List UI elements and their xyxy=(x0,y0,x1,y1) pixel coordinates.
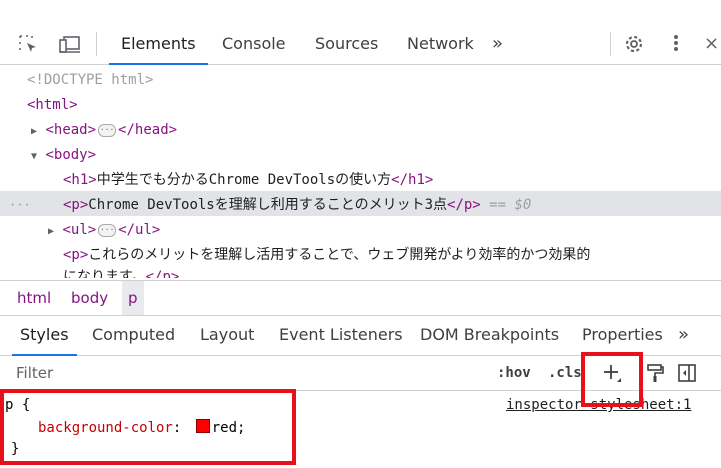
row-dots-icon[interactable]: ··· xyxy=(9,193,31,217)
tab-elements[interactable]: Elements xyxy=(109,24,208,65)
highlight-box-add-rule xyxy=(581,352,643,407)
tab-event-listeners[interactable]: Event Listeners xyxy=(279,315,403,355)
p2-text: これらのメリットを理解し活用することで、ウェブ開発がより効率的かつ効果的 xyxy=(88,247,591,263)
head-open-tag: <head> xyxy=(45,122,97,138)
body-node[interactable]: ▼ <body> xyxy=(31,143,96,167)
p-text: Chrome DevToolsを理解し利用することのメリット3点 xyxy=(88,197,448,213)
tab-properties[interactable]: Properties xyxy=(582,315,663,355)
more-styles-tabs-button[interactable]: » xyxy=(678,315,689,355)
p2-open-tag: <p> xyxy=(63,247,89,263)
p2-node-wrap: になります。</p> xyxy=(63,265,179,278)
breadcrumb-body[interactable]: body xyxy=(71,281,108,315)
head-close-tag: </head> xyxy=(118,122,178,138)
hov-toggle[interactable]: :hov xyxy=(497,356,531,390)
collapsed-ellipsis-icon[interactable]: ··· xyxy=(98,223,117,237)
highlight-box-rule xyxy=(0,389,296,465)
selected-node-marker: == $0 xyxy=(489,197,532,213)
kebab-menu-icon[interactable] xyxy=(666,34,686,54)
more-tabs-button[interactable]: » xyxy=(492,24,503,64)
p2-close-tag: </p> xyxy=(145,269,180,278)
p-open-tag: <p> xyxy=(63,197,89,213)
gear-icon[interactable] xyxy=(624,34,644,54)
inspect-element-icon[interactable] xyxy=(18,34,38,54)
tab-console[interactable]: Console xyxy=(222,24,286,64)
breadcrumb-html[interactable]: html xyxy=(17,281,51,315)
h1-open-tag: <h1> xyxy=(63,172,97,188)
paint-roller-icon[interactable] xyxy=(645,363,665,383)
breadcrumb: html body p xyxy=(0,280,721,316)
tab-layout[interactable]: Layout xyxy=(200,315,254,355)
collapse-triangle-icon[interactable]: ▼ xyxy=(31,151,37,162)
h1-node[interactable]: <h1>中学生でも分かるChrome DevToolsの使い方</h1> xyxy=(63,168,433,192)
body-open-tag: <body> xyxy=(45,147,97,163)
dom-tree: <!DOCTYPE html> <html> ▶ <head> ··· </head… xyxy=(0,65,721,278)
expand-triangle-icon[interactable]: ▶ xyxy=(48,226,54,237)
p-close-tag: </p> xyxy=(447,197,481,213)
selected-p-node[interactable]: <p>Chrome DevToolsを理解し利用することのメリット3点</p> … xyxy=(63,193,531,217)
breadcrumb-p[interactable]: p xyxy=(122,281,144,315)
toggle-sidebar-icon[interactable] xyxy=(677,363,697,383)
tab-network[interactable]: Network xyxy=(407,24,474,64)
tab-sources[interactable]: Sources xyxy=(315,24,378,64)
expand-triangle-icon[interactable]: ▶ xyxy=(31,126,37,137)
tab-computed[interactable]: Computed xyxy=(92,315,175,355)
filter-input[interactable]: Filter xyxy=(16,356,53,390)
tab-dom-breakpoints[interactable]: DOM Breakpoints xyxy=(420,315,559,355)
ul-close-tag: </ul> xyxy=(118,222,161,238)
close-icon[interactable]: × xyxy=(702,34,721,54)
doctype-node[interactable]: <!DOCTYPE html> xyxy=(27,68,153,92)
device-toggle-icon[interactable] xyxy=(59,34,80,54)
h1-close-tag: </h1> xyxy=(391,172,434,188)
devtools-toolbar: Elements Console Sources Network » × xyxy=(0,24,721,65)
styles-tab-bar: Styles Computed Layout Event Listeners D… xyxy=(0,315,721,356)
collapsed-ellipsis-icon[interactable]: ··· xyxy=(98,123,117,137)
p2-text-wrap: になります。 xyxy=(63,269,146,278)
head-node[interactable]: ▶ <head> ··· </head> xyxy=(31,118,177,142)
ul-open-tag: <ul> xyxy=(62,222,97,238)
toolbar-divider xyxy=(96,32,97,56)
toolbar-divider-right xyxy=(610,32,611,56)
html-node[interactable]: <html> xyxy=(27,93,78,117)
ul-node[interactable]: ▶ <ul> ··· </ul> xyxy=(48,218,160,242)
cls-toggle[interactable]: .cls xyxy=(548,356,582,390)
h1-text: 中学生でも分かるChrome DevToolsの使い方 xyxy=(96,172,392,188)
tab-styles[interactable]: Styles xyxy=(12,315,76,356)
p2-node[interactable]: <p>これらのメリットを理解し活用することで、ウェブ開発がより効率的かつ効果的 xyxy=(63,243,590,267)
